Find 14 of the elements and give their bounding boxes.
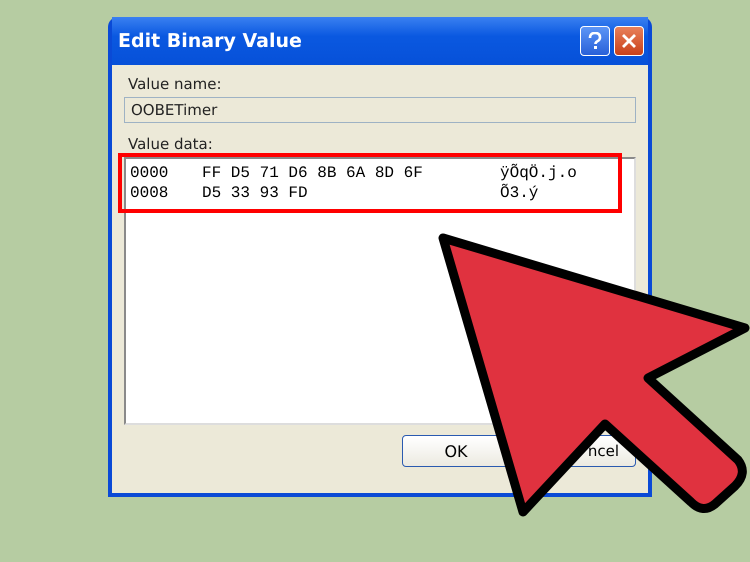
value-data-label: Value data:	[128, 135, 214, 153]
hex-offset: 0008	[130, 183, 170, 203]
hex-offset: 0000	[130, 163, 170, 183]
value-name-label: Value name:	[128, 75, 223, 93]
close-icon	[621, 33, 637, 49]
hex-bytes: FF D5 71 D6 8B 6A 8D 6F	[202, 163, 424, 183]
help-icon	[587, 32, 603, 50]
value-name-field[interactable]: OOBETimer	[124, 97, 636, 123]
help-button[interactable]	[580, 26, 610, 56]
close-button[interactable]	[614, 26, 644, 56]
window-title: Edit Binary Value	[118, 30, 302, 52]
ascii-text: ÿÕqÖ.j.o	[500, 163, 577, 183]
hex-bytes: D5 33 93 FD	[202, 183, 309, 203]
ascii-text: Õ3.ý	[500, 183, 538, 203]
